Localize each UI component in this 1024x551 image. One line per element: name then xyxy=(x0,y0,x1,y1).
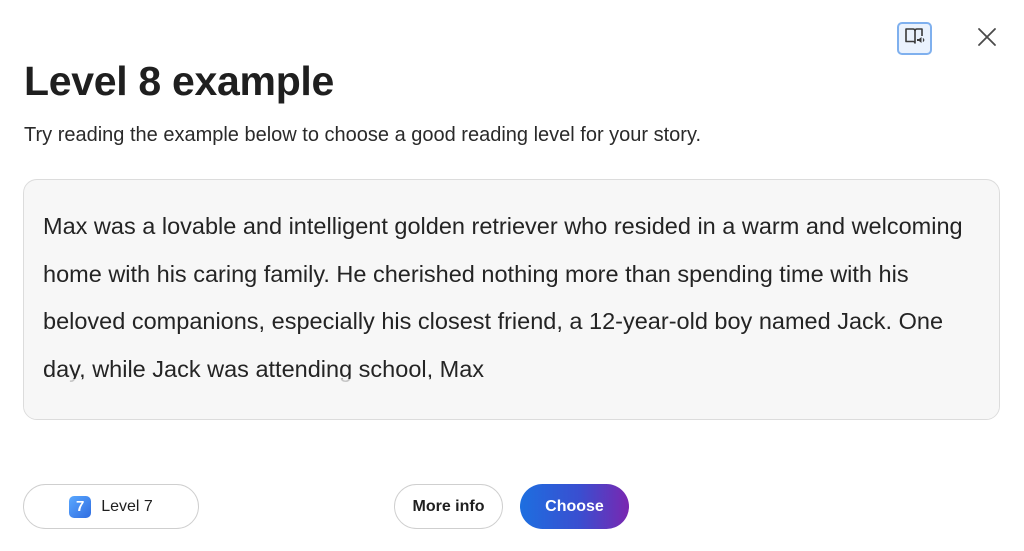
example-text: Max was a lovable and intelligent golden… xyxy=(43,213,963,382)
choose-button[interactable]: Choose xyxy=(520,484,629,529)
close-button[interactable] xyxy=(972,24,1002,54)
level-button-label: Level 7 xyxy=(101,497,153,515)
page-subtitle: Try reading the example below to choose … xyxy=(24,124,702,146)
level-badge-icon: 7 xyxy=(69,495,92,518)
close-icon xyxy=(977,27,997,52)
level-example-dialog: Level 8 example Try reading the example … xyxy=(0,0,1024,551)
immersive-reader-icon xyxy=(904,27,926,50)
more-info-button[interactable]: More info xyxy=(394,484,503,529)
example-text-box: Max was a lovable and intelligent golden… xyxy=(23,179,1000,420)
level-7-button[interactable]: 7 Level 7 xyxy=(23,484,199,529)
immersive-reader-button[interactable] xyxy=(897,22,932,55)
page-title: Level 8 example xyxy=(24,58,335,104)
text-fade-overlay xyxy=(24,379,999,419)
